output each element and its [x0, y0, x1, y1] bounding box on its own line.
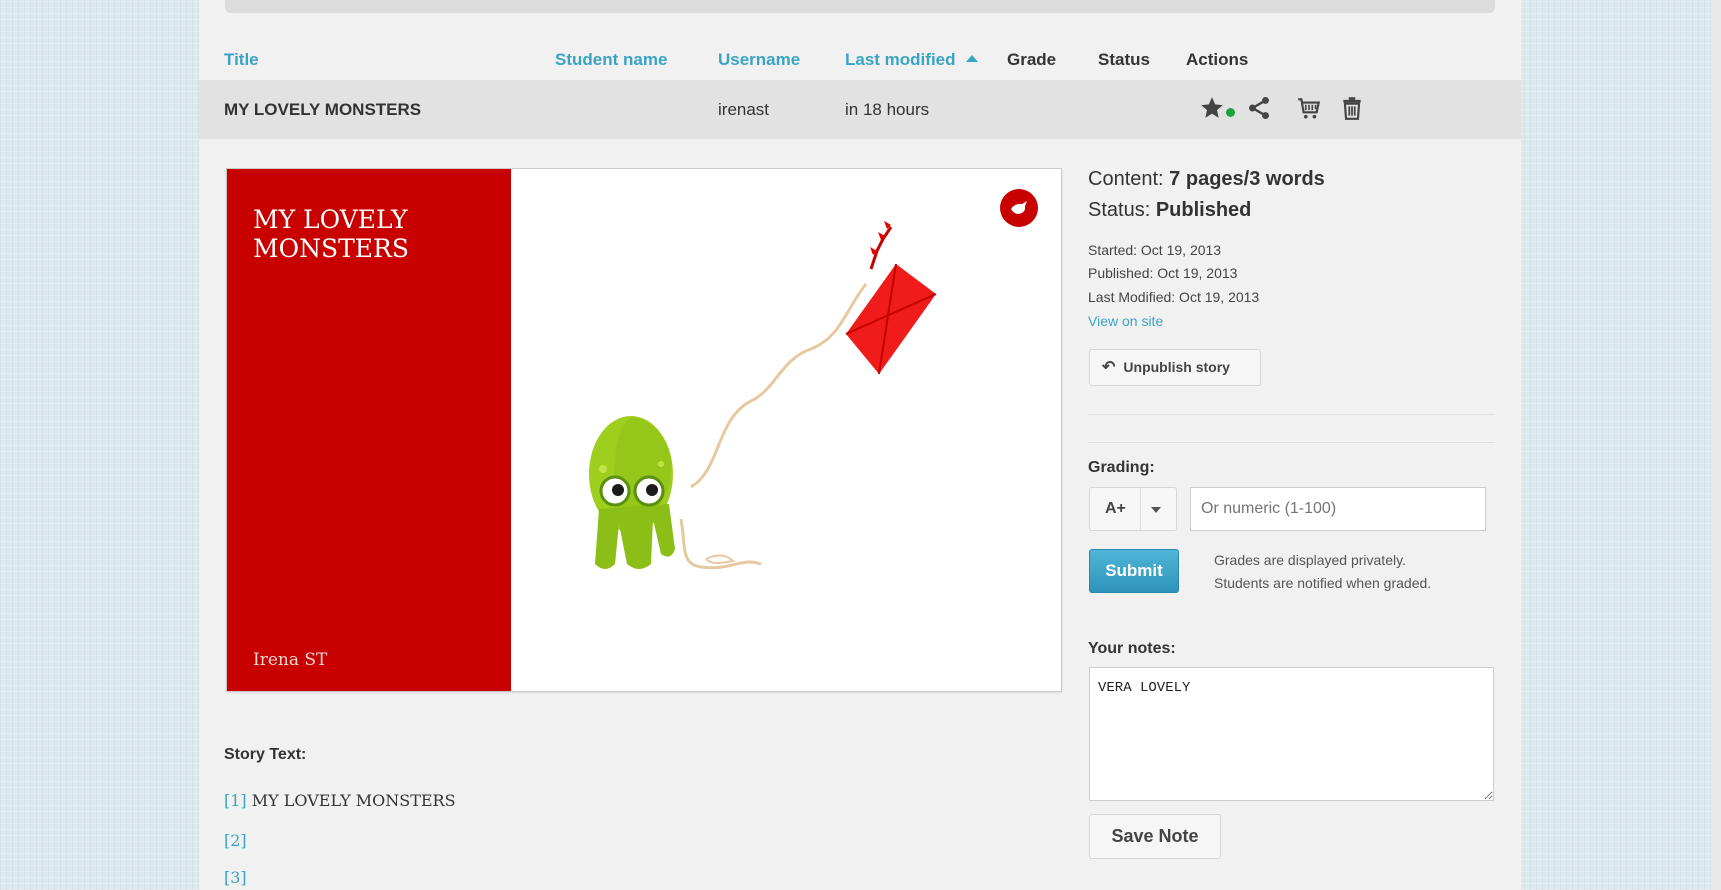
story-line: [1] MY LOVELY MONSTERS	[224, 791, 456, 810]
scrollbar[interactable]	[1711, 0, 1721, 890]
story-line: [2]	[224, 831, 247, 850]
top-bar	[225, 0, 1495, 13]
reply-arrow-icon: ↶	[1102, 359, 1116, 376]
notes-label: Your notes:	[1088, 640, 1176, 657]
header-grade: Grade	[1007, 50, 1057, 69]
story-cover[interactable]: MY LOVELY MONSTERS Irena ST	[226, 168, 1062, 692]
content-value: 7 pages/3 words	[1169, 168, 1325, 190]
unpublish-button[interactable]: ↶ Unpublish story	[1089, 349, 1261, 386]
last-modified-date: Last Modified: Oct 19, 2013	[1088, 289, 1260, 305]
grade-privacy-note: Grades are displayed privately.	[1214, 552, 1406, 568]
select-divider	[1140, 488, 1141, 530]
divider	[1088, 414, 1495, 415]
trash-icon[interactable]	[1339, 95, 1365, 121]
status-summary: Status: Published	[1088, 199, 1251, 222]
row-last-modified: in 18 hours	[845, 100, 930, 119]
story-line: [3]	[224, 868, 247, 887]
letter-grade-value: A+	[1105, 500, 1126, 517]
status-label: Status:	[1088, 199, 1156, 221]
numeric-grade-input[interactable]	[1190, 487, 1486, 531]
cover-author: Irena ST	[253, 650, 328, 670]
star-icon[interactable]	[1199, 95, 1225, 121]
header-last-modified-label: Last modified	[845, 50, 956, 69]
header-title[interactable]: Title	[224, 50, 259, 70]
divider	[1088, 442, 1495, 443]
table-row[interactable]: MY LOVELY MONSTERS irenast in 18 hours	[199, 80, 1521, 139]
notes-textarea[interactable]: VERA LOVELY	[1089, 667, 1494, 801]
cover-title: MY LOVELY MONSTERS	[253, 205, 409, 263]
status-value: Published	[1155, 199, 1252, 221]
header-actions: Actions	[1186, 50, 1249, 69]
save-note-button[interactable]: Save Note	[1089, 814, 1221, 859]
header-last-modified[interactable]: Last modified	[845, 50, 978, 70]
submit-grade-button[interactable]: Submit	[1089, 549, 1179, 593]
story-panel: Title Student name Username Last modifie…	[199, 0, 1521, 890]
grade-notify-note: Students are notified when graded.	[1214, 575, 1432, 591]
header-student-name[interactable]: Student name	[555, 50, 667, 70]
content-summary: Content: 7 pages/3 words	[1088, 168, 1325, 191]
unpublish-label: Unpublish story	[1123, 359, 1230, 375]
story-text-label: Story Text:	[224, 746, 307, 763]
chevron-down-icon	[1151, 507, 1161, 513]
row-username: irenast	[718, 100, 770, 119]
story-line-number[interactable]: [1]	[224, 791, 247, 810]
letter-grade-select[interactable]: A+	[1089, 487, 1177, 531]
grading-label: Grading:	[1088, 459, 1155, 476]
started-date: Started: Oct 19, 2013	[1088, 242, 1222, 258]
story-line-number[interactable]: [3]	[224, 868, 247, 887]
story-line-text: MY LOVELY MONSTERS	[246, 791, 456, 810]
published-date: Published: Oct 19, 2013	[1088, 265, 1238, 281]
share-icon[interactable]	[1246, 95, 1272, 121]
view-on-site-link[interactable]: View on site	[1088, 313, 1163, 329]
status-published-dot	[1226, 108, 1235, 117]
row-title: MY LOVELY MONSTERS	[224, 100, 422, 119]
story-line-number[interactable]: [2]	[224, 831, 247, 850]
sort-asc-icon	[965, 55, 978, 62]
cart-icon[interactable]	[1296, 95, 1322, 121]
monster-kite-illustration	[589, 221, 937, 570]
header-username[interactable]: Username	[718, 50, 800, 70]
content-label: Content:	[1088, 168, 1170, 190]
header-status: Status	[1098, 50, 1150, 69]
